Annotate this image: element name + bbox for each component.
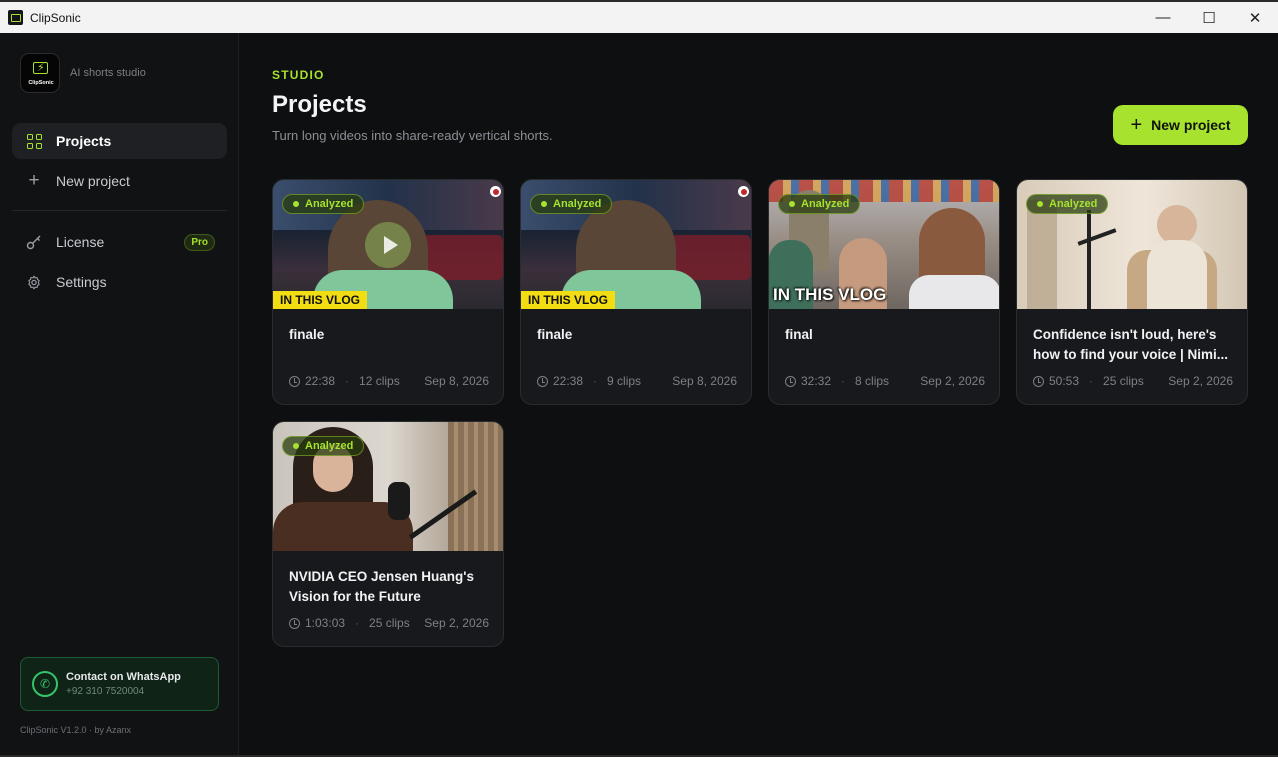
project-title: finale <box>537 327 573 342</box>
record-icon <box>490 186 501 197</box>
app-window: ClipSonic — ☐ ✕ ⚡ ClipSonic AI shorts st… <box>0 2 1278 755</box>
project-thumbnail: Analyzed <box>273 422 503 551</box>
project-date: Sep 2, 2026 <box>1168 374 1233 388</box>
project-clips: 25 clips <box>369 616 410 630</box>
brand-subtitle: AI shorts studio <box>70 67 146 79</box>
key-icon <box>26 234 42 250</box>
project-title: finale <box>289 327 325 342</box>
project-duration: 1:03:03 <box>305 616 346 630</box>
thumbnail-overlay-text: IN THIS VLOG <box>773 285 887 304</box>
new-project-button[interactable]: + New project <box>1113 105 1248 145</box>
whatsapp-contact-card[interactable]: ✆ Contact on WhatsApp +92 310 7520004 <box>20 657 219 711</box>
project-title: NVIDIA CEO Jensen Huang's Vision for the… <box>289 569 474 604</box>
nav-divider <box>12 210 227 211</box>
project-date: Sep 2, 2026 <box>920 374 985 388</box>
plus-icon: + <box>1130 114 1143 136</box>
project-duration: 32:32 <box>801 374 832 388</box>
app-icon <box>8 10 23 25</box>
clock-icon <box>289 617 300 629</box>
project-thumbnail: Analyzed IN THIS VLOG <box>521 180 751 309</box>
project-card[interactable]: Analyzed NVIDIA CEO Jensen Huang's Visio… <box>272 421 504 647</box>
project-card[interactable]: Analyzed IN THIS VLOG finale 22:38 · 12 … <box>272 179 504 405</box>
thumbnail-overlay-text: IN THIS VLOG <box>273 291 368 309</box>
version-label: ClipSonic V1.2.0 · by Azanx <box>20 725 132 735</box>
logo-text: ClipSonic <box>28 80 54 86</box>
status-badge: Analyzed <box>282 436 365 456</box>
project-date: Sep 8, 2026 <box>672 374 737 388</box>
close-button[interactable]: ✕ <box>1232 2 1278 33</box>
plus-icon: + <box>28 170 40 191</box>
clipsonic-logo: ⚡ ClipSonic <box>20 53 60 93</box>
whatsapp-phone: +92 310 7520004 <box>66 686 145 697</box>
clock-icon <box>289 375 300 387</box>
window-controls: — ☐ ✕ <box>1140 2 1278 33</box>
whatsapp-title: Contact on WhatsApp <box>66 671 181 683</box>
project-clips: 25 clips <box>1103 374 1144 388</box>
sidebar-item-license[interactable]: License Pro <box>12 224 227 260</box>
pro-badge: Pro <box>184 234 215 251</box>
project-meta: 22:38 · 12 clips Sep 8, 2026 <box>289 373 489 389</box>
window-title: ClipSonic <box>30 10 81 25</box>
project-date: Sep 8, 2026 <box>424 374 489 388</box>
section-eyebrow: STUDIO <box>272 68 325 82</box>
project-duration: 22:38 <box>553 374 584 388</box>
main-content: STUDIO Projects Turn long videos into sh… <box>240 33 1278 755</box>
status-badge: Analyzed <box>282 194 365 214</box>
minimize-button[interactable]: — <box>1140 2 1186 33</box>
clock-icon <box>537 375 548 387</box>
project-thumbnail: Analyzed IN THIS VLOG <box>273 180 503 309</box>
sidebar-item-label: Projects <box>56 133 112 149</box>
sidebar-nav-secondary: License Pro Settings <box>12 224 227 300</box>
sidebar-nav: Projects + New project <box>12 123 227 199</box>
status-badge: Analyzed <box>530 194 613 214</box>
sidebar-item-new-project[interactable]: + New project <box>12 163 227 199</box>
project-title: final <box>785 327 813 342</box>
grid-icon <box>26 133 42 149</box>
project-card[interactable]: Analyzed IN THIS VLOG final 32:32 · 8 cl… <box>768 179 1000 405</box>
project-title: Confidence isn't loud, here's how to fin… <box>1033 327 1229 362</box>
title-bar: ClipSonic — ☐ ✕ <box>0 2 1278 33</box>
project-duration: 22:38 <box>305 374 336 388</box>
maximize-button[interactable]: ☐ <box>1186 2 1232 33</box>
status-badge: Analyzed <box>778 194 861 214</box>
project-date: Sep 2, 2026 <box>424 616 489 630</box>
page-subtitle: Turn long videos into share-ready vertic… <box>272 128 553 143</box>
project-thumbnail: Analyzed IN THIS VLOG <box>769 180 999 309</box>
project-clips: 12 clips <box>359 374 400 388</box>
sidebar: ⚡ ClipSonic AI shorts studio Projects + … <box>0 33 239 755</box>
project-meta: 32:32 · 8 clips Sep 2, 2026 <box>785 373 985 389</box>
sidebar-item-projects[interactable]: Projects <box>12 123 227 159</box>
brand: ⚡ ClipSonic AI shorts studio <box>20 53 146 93</box>
clock-icon <box>785 375 796 387</box>
project-meta: 22:38 · 9 clips Sep 8, 2026 <box>537 373 737 389</box>
project-meta: 1:03:03 · 25 clips Sep 2, 2026 <box>289 615 489 631</box>
sidebar-item-label: License <box>56 234 105 250</box>
project-thumbnail: Analyzed <box>1017 180 1247 309</box>
new-project-label: New project <box>1151 117 1231 133</box>
project-card[interactable]: Analyzed IN THIS VLOG finale 22:38 · 9 c… <box>520 179 752 405</box>
thumbnail-overlay-text: IN THIS VLOG <box>521 291 616 309</box>
sidebar-item-label: New project <box>56 173 130 189</box>
project-clips: 8 clips <box>855 374 890 388</box>
project-card[interactable]: Analyzed Confidence isn't loud, here's h… <box>1016 179 1248 405</box>
play-icon[interactable] <box>365 222 411 268</box>
project-clips: 9 clips <box>607 374 642 388</box>
gear-icon <box>26 274 42 290</box>
page-title: Projects <box>272 91 367 118</box>
project-duration: 50:53 <box>1049 374 1080 388</box>
project-meta: 50:53 · 25 clips Sep 2, 2026 <box>1033 373 1233 389</box>
sidebar-item-settings[interactable]: Settings <box>12 264 227 300</box>
record-icon <box>738 186 749 197</box>
whatsapp-icon: ✆ <box>32 671 58 697</box>
clock-icon <box>1033 375 1044 387</box>
status-badge: Analyzed <box>1026 194 1109 214</box>
sidebar-item-label: Settings <box>56 274 107 290</box>
